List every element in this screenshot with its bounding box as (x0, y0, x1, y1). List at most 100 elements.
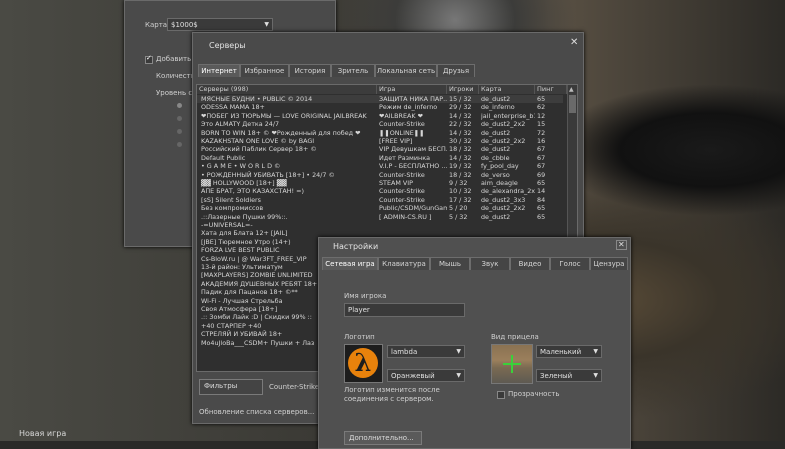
cell-players: 14 / 32 (449, 153, 472, 162)
tab-settings-6[interactable]: Цензура (590, 257, 628, 270)
chevron-down-icon: ▼ (264, 21, 269, 28)
cell-game: STEAM VIP (379, 179, 414, 187)
table-row[interactable]: KAZAKHSTAN ONE LOVE © by BAGI [FREE VIP] 3… (197, 137, 563, 145)
logo-select-value: lambda (391, 348, 418, 356)
advanced-button[interactable]: Дополнительно... (344, 431, 422, 445)
new-game-link[interactable]: Новая игра (19, 429, 66, 438)
cell-map: de_dust2 (481, 212, 511, 221)
cell-ping: 67 (537, 153, 546, 162)
logo-label: Логотип (344, 333, 375, 341)
transparency-checkbox[interactable] (497, 391, 505, 399)
table-row[interactable]: • G A M E • W O R L D © V.I.P - БЕСПЛАТНО… (197, 162, 563, 170)
tab-settings-3[interactable]: Звук (470, 257, 510, 270)
scroll-up-icon[interactable]: ▲ (569, 86, 574, 93)
settings-close-icon[interactable]: ✕ (616, 240, 627, 250)
level-radio-3[interactable] (177, 129, 182, 134)
logo-select[interactable]: lambda ▼ (387, 345, 465, 358)
table-row[interactable]: ▓▓ HOLLYWOOD [18+] ▓▓ STEAM VIP 9 / 32 aim_… (197, 179, 563, 187)
table-row[interactable]: BORN TO WIN 18+ © ❤Рожденный для побед ❤… (197, 129, 563, 137)
cell-game: ❚❚ONLINE❚❚ (379, 128, 425, 137)
tab-settings-5[interactable]: Голос (550, 257, 590, 270)
cell-game: Идет Разминка (379, 153, 430, 162)
player-name-input[interactable]: Player (344, 303, 465, 317)
cell-players: 14 / 32 (449, 128, 472, 137)
cell-ping: 69 (537, 170, 546, 179)
logo-color-value: Оранжевый (391, 372, 435, 380)
cell-name: • G A M E • W O R L D © (201, 162, 281, 171)
cell-name: BORN TO WIN 18+ © ❤Рожденный для побед ❤ (201, 128, 361, 137)
cell-ping: 12 (537, 111, 546, 120)
level-radio-1[interactable] (177, 103, 182, 108)
cell-players: 5 / 32 (449, 212, 468, 221)
cell-ping: 84 (537, 195, 546, 204)
cell-game: Режим de_inferno (379, 103, 438, 112)
col-header-game[interactable]: Игра (377, 85, 447, 94)
tab-servers-1[interactable]: Избранное (240, 64, 289, 77)
cell-name: МЯСНЫЕ БУДНИ • PUBLIC © 2014 (201, 95, 313, 103)
cell-players: 10 / 32 (449, 187, 472, 196)
tab-servers-2[interactable]: История (289, 64, 331, 77)
tab-servers-5[interactable]: Друзья (437, 64, 475, 77)
crosshair-color-select[interactable]: Зеленый ▼ (536, 369, 602, 382)
cell-game: Counter-Strike (379, 170, 425, 179)
map-select[interactable]: $1000$ ▼ (167, 18, 273, 31)
tab-settings-4[interactable]: Видео (510, 257, 550, 270)
logo-color-select[interactable]: Оранжевый ▼ (387, 369, 465, 382)
col-header-name[interactable]: Серверы (998) (197, 85, 377, 94)
col-header-map[interactable]: Карта (479, 85, 535, 94)
table-row[interactable]: Default Public Идет Разминка 14 / 32 de_cbb… (197, 154, 563, 162)
cell-ping: 65 (537, 212, 546, 221)
col-header-ping[interactable]: Пинг (535, 85, 567, 94)
cell-name: Без компромиссов (201, 204, 264, 213)
cell-ping: 67 (537, 162, 546, 171)
cell-name: -=UNIVERSAL=- (201, 221, 253, 229)
scroll-thumb[interactable] (569, 95, 576, 113)
table-row[interactable]: -=UNIVERSAL=- (197, 221, 563, 229)
cell-game: [ ADMIN-CS.RU ] (379, 212, 432, 221)
cell-map: de_dust2_2x2 (481, 120, 526, 129)
close-icon[interactable]: ✕ (570, 37, 578, 48)
level-radio-2[interactable] (177, 116, 182, 121)
cell-map: de_alexandra_2x2 (481, 187, 535, 196)
tab-settings-1[interactable]: Клавиатура (378, 257, 430, 270)
tab-servers-4[interactable]: Локальная сеть (375, 64, 437, 77)
cell-players: 18 / 32 (449, 145, 472, 154)
table-row[interactable]: ❤ПОБЕГ ИЗ ТЮРЬМЫ — LOVE ORIGINAL JAILBRE… (197, 112, 563, 120)
table-row[interactable]: .::Лазерные Пушки 99%::. [ ADMIN-CS.RU ] 5… (197, 213, 563, 221)
table-row[interactable]: МЯСНЫЕ БУДНИ • PUBLIC © 2014 ЗАЩИТА НИКА … (197, 95, 563, 104)
tab-settings-0[interactable]: Сетевая игра (322, 257, 378, 270)
settings-window: Настройки ✕ Сетевая игра Клавиатура Мышь Зв… (318, 237, 631, 449)
cell-map: de_dust2 (481, 128, 511, 137)
tab-servers-0[interactable]: Интернет (198, 64, 240, 77)
table-row[interactable]: [sS] Silent Soldiers Counter-Strike 17 / 3… (197, 196, 563, 204)
table-row[interactable]: Российский Паблик Сервер 18+ © VIP Девушк… (197, 145, 563, 153)
tab-settings-2[interactable]: Мышь (430, 257, 470, 270)
cell-players: 18 / 32 (449, 170, 472, 179)
table-row[interactable]: АПЕ БРАТ, ЭТО КАЗАХСТАН! =) Counter-Strik… (197, 187, 563, 195)
table-row[interactable]: Это ALMATY Детка 24/7 Counter-Strike 22 / … (197, 120, 563, 128)
table-row[interactable]: • РОЖДЕННЫЙ УБИВАТЬ [18+] • 24/7 © Counte… (197, 171, 563, 179)
cell-map: aim_deagle (481, 179, 518, 187)
cell-players: 14 / 32 (449, 111, 472, 120)
add-bots-checkbox[interactable]: ✓ (145, 54, 153, 64)
player-name-label: Имя игрока (344, 292, 387, 300)
cell-players: 19 / 32 (449, 162, 472, 171)
crosshair-size-select[interactable]: Маленький ▼ (536, 345, 602, 358)
cell-map: jail_enterprise_b1 (481, 111, 535, 120)
cell-ping: 15 (537, 120, 546, 129)
cell-players: 15 / 32 (449, 95, 472, 103)
table-row[interactable]: Без компромиссов Public/CSDM/GunGame 5 / 2… (197, 204, 563, 212)
level-radio-4[interactable] (177, 142, 182, 147)
logo-preview: λ (344, 344, 383, 383)
tab-servers-3[interactable]: Зритель (331, 64, 375, 77)
cell-ping: 65 (537, 95, 546, 103)
table-row[interactable]: ODESSA MAMA 18+ Режим de_inferno 29 / 32 de… (197, 103, 563, 111)
cell-map: de_inferno (481, 103, 515, 112)
filters-button[interactable]: Фильтры (199, 379, 263, 395)
cell-game: [FREE VIP] (379, 137, 413, 145)
cell-name: ODESSA MAMA 18+ (201, 103, 265, 112)
cell-name: • РОЖДЕННЫЙ УБИВАТЬ [18+] • 24/7 © (201, 170, 335, 179)
cell-players: 30 / 32 (449, 137, 472, 145)
cell-game: ЗАЩИТА НИКА ПАР... (379, 95, 447, 103)
col-header-players[interactable]: Игроки (447, 85, 479, 94)
